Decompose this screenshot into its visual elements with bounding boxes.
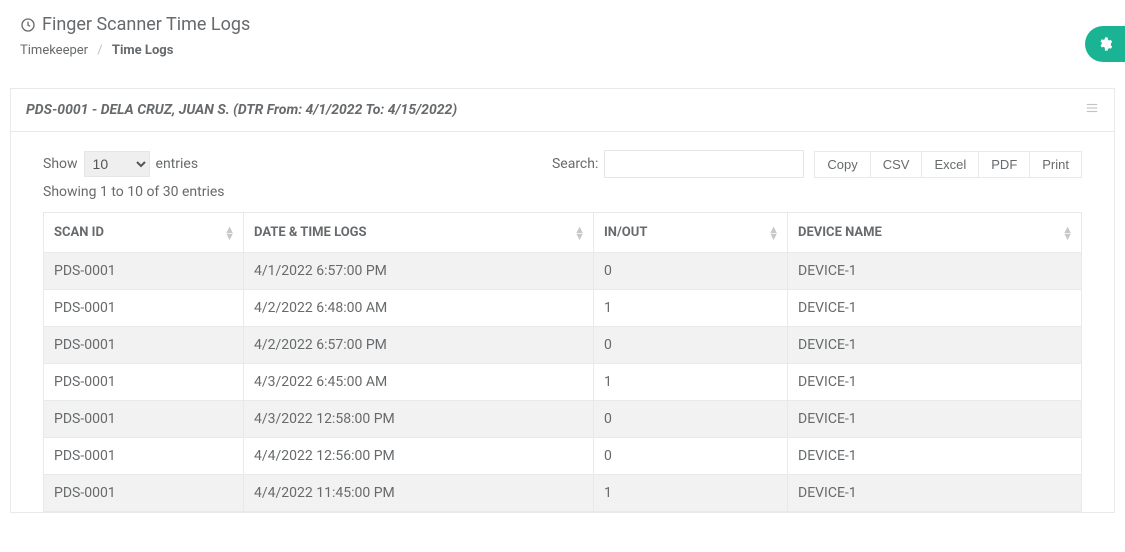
time-logs-table: SCAN ID ▲▼ DATE & TIME LOGS ▲▼ IN/OUT ▲▼… — [43, 212, 1082, 512]
cell-dt: 4/4/2022 12:56:00 PM — [244, 438, 594, 475]
cell-dt: 4/3/2022 12:58:00 PM — [244, 401, 594, 438]
sort-icon: ▲▼ — [1062, 226, 1073, 240]
cell-device: DEVICE-1 — [788, 438, 1082, 475]
th-device-label: DEVICE NAME — [798, 225, 882, 240]
th-in-out[interactable]: IN/OUT ▲▼ — [594, 213, 788, 253]
table-row: PDS-00014/2/2022 6:48:00 AM1DEVICE-1 — [44, 290, 1082, 327]
cell-io: 0 — [594, 327, 788, 364]
page-title: Finger Scanner Time Logs — [20, 14, 1105, 35]
cell-scan_id: PDS-0001 — [44, 438, 244, 475]
page-size-select[interactable]: 10 — [84, 151, 150, 177]
cell-scan_id: PDS-0001 — [44, 253, 244, 290]
table-row: PDS-00014/1/2022 6:57:00 PM0DEVICE-1 — [44, 253, 1082, 290]
list-icon — [1085, 101, 1099, 115]
copy-button[interactable]: Copy — [814, 151, 870, 178]
cell-io: 0 — [594, 253, 788, 290]
panel-tools-button[interactable] — [1085, 101, 1099, 119]
search-label: Search: — [552, 156, 598, 172]
table-row: PDS-00014/4/2022 12:56:00 PM0DEVICE-1 — [44, 438, 1082, 475]
cell-io: 0 — [594, 401, 788, 438]
entries-label: entries — [156, 156, 199, 172]
panel-heading-title: PDS-0001 - DELA CRUZ, JUAN S. (DTR From:… — [26, 102, 457, 118]
cell-dt: 4/2/2022 6:48:00 AM — [244, 290, 594, 327]
cell-io: 1 — [594, 364, 788, 401]
excel-button[interactable]: Excel — [921, 151, 979, 178]
table-row: PDS-00014/4/2022 11:45:00 PM1DEVICE-1 — [44, 475, 1082, 512]
table-row: PDS-00014/3/2022 12:58:00 PM0DEVICE-1 — [44, 401, 1082, 438]
breadcrumb-current: Time Logs — [112, 43, 173, 58]
breadcrumb-sep: / — [97, 43, 102, 58]
cell-io: 0 — [594, 438, 788, 475]
cell-io: 1 — [594, 290, 788, 327]
cell-device: DEVICE-1 — [788, 253, 1082, 290]
cell-scan_id: PDS-0001 — [44, 290, 244, 327]
cell-dt: 4/1/2022 6:57:00 PM — [244, 253, 594, 290]
panel: PDS-0001 - DELA CRUZ, JUAN S. (DTR From:… — [10, 88, 1115, 513]
cell-dt: 4/4/2022 11:45:00 PM — [244, 475, 594, 512]
sort-icon: ▲▼ — [768, 226, 779, 240]
breadcrumb-parent[interactable]: Timekeeper — [20, 43, 88, 58]
print-button[interactable]: Print — [1029, 151, 1082, 178]
cell-scan_id: PDS-0001 — [44, 475, 244, 512]
showing-info: Showing 1 to 10 of 30 entries — [43, 184, 1082, 200]
sort-icon: ▲▼ — [224, 226, 235, 240]
cell-scan_id: PDS-0001 — [44, 364, 244, 401]
cell-scan_id: PDS-0001 — [44, 401, 244, 438]
th-scan-id-label: SCAN ID — [54, 225, 104, 240]
settings-float-button[interactable] — [1085, 26, 1125, 62]
cell-device: DEVICE-1 — [788, 401, 1082, 438]
cell-device: DEVICE-1 — [788, 290, 1082, 327]
pdf-button[interactable]: PDF — [978, 151, 1030, 178]
th-device[interactable]: DEVICE NAME ▲▼ — [788, 213, 1082, 253]
page-title-text: Finger Scanner Time Logs — [42, 14, 250, 35]
cell-device: DEVICE-1 — [788, 364, 1082, 401]
th-scan-id[interactable]: SCAN ID ▲▼ — [44, 213, 244, 253]
cell-io: 1 — [594, 475, 788, 512]
show-label: Show — [43, 156, 78, 172]
gears-icon — [1097, 36, 1113, 52]
table-row: PDS-00014/3/2022 6:45:00 AM1DEVICE-1 — [44, 364, 1082, 401]
cell-dt: 4/3/2022 6:45:00 AM — [244, 364, 594, 401]
table-row: PDS-00014/2/2022 6:57:00 PM0DEVICE-1 — [44, 327, 1082, 364]
th-in-out-label: IN/OUT — [604, 225, 647, 240]
search-input[interactable] — [604, 150, 804, 178]
th-dt-logs-label: DATE & TIME LOGS — [254, 225, 367, 240]
breadcrumb: Timekeeper / Time Logs — [20, 43, 1105, 58]
clock-icon — [20, 17, 36, 33]
cell-device: DEVICE-1 — [788, 475, 1082, 512]
panel-heading: PDS-0001 - DELA CRUZ, JUAN S. (DTR From:… — [11, 89, 1114, 132]
sort-icon: ▲▼ — [574, 226, 585, 240]
cell-dt: 4/2/2022 6:57:00 PM — [244, 327, 594, 364]
cell-device: DEVICE-1 — [788, 327, 1082, 364]
csv-button[interactable]: CSV — [870, 151, 923, 178]
th-dt-logs[interactable]: DATE & TIME LOGS ▲▼ — [244, 213, 594, 253]
cell-scan_id: PDS-0001 — [44, 327, 244, 364]
